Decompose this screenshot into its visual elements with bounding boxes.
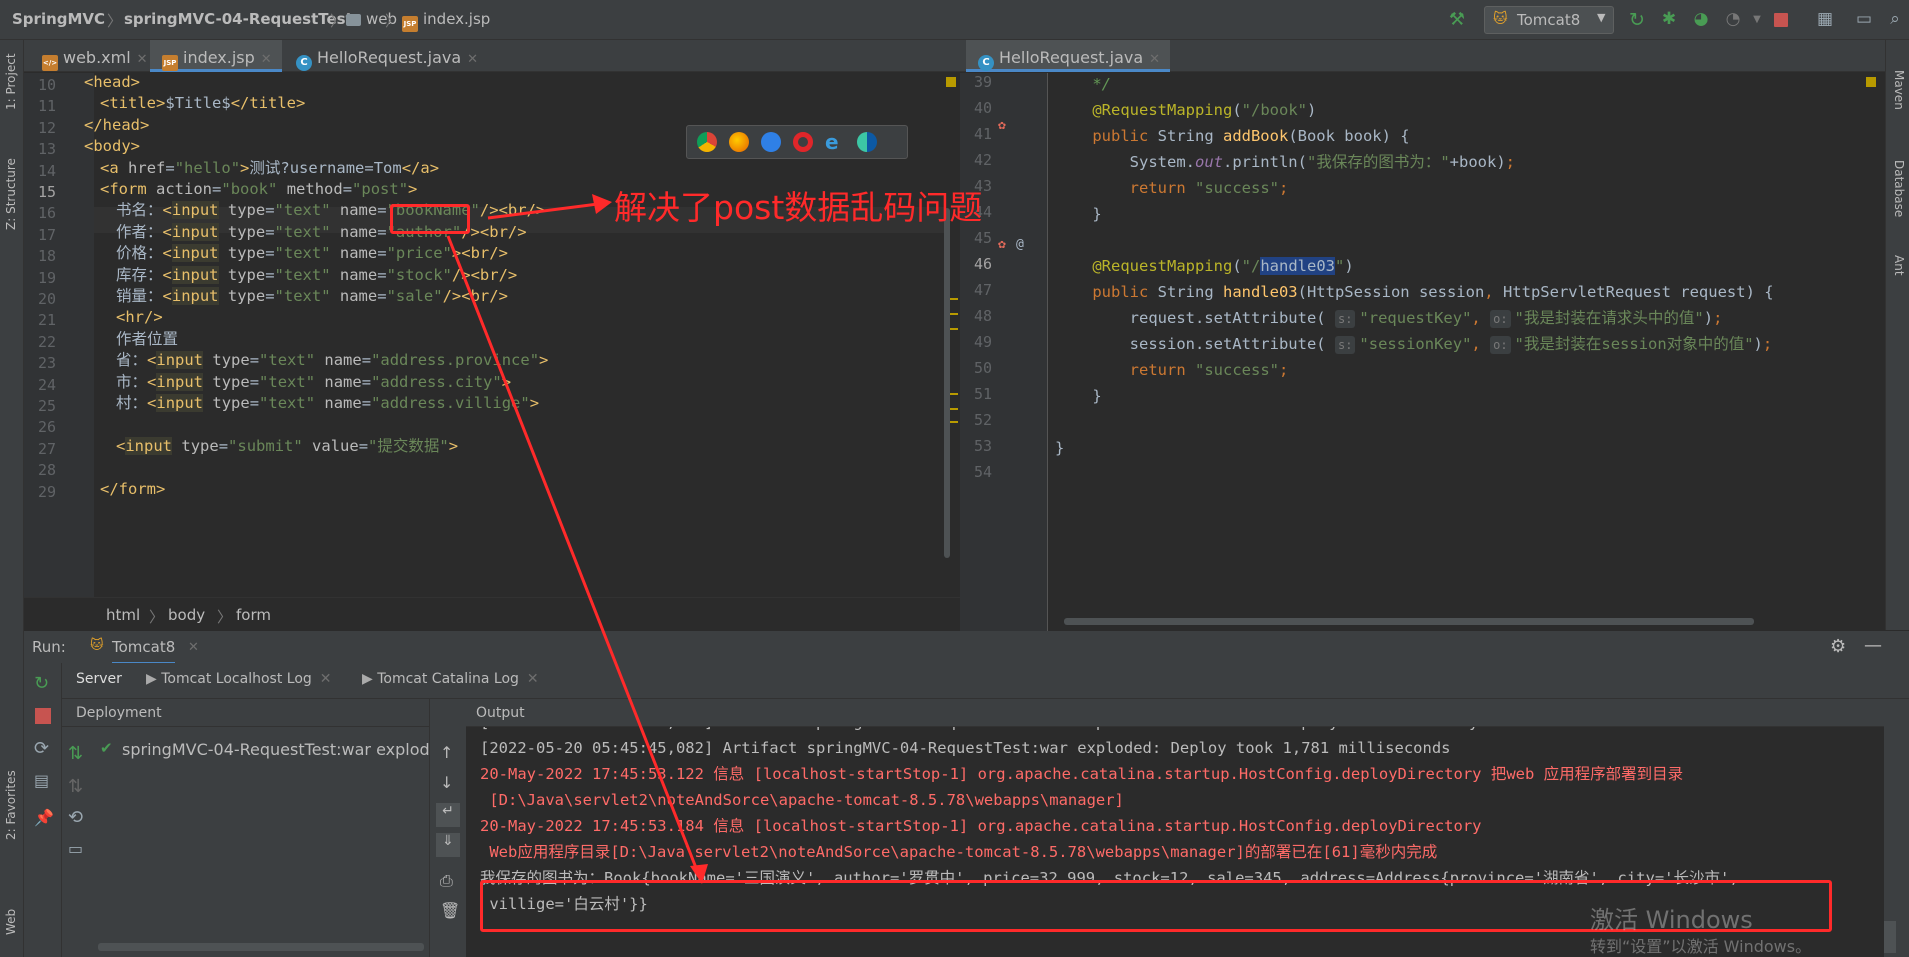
- arrow-head: [592, 194, 612, 214]
- arrow-head: [690, 864, 708, 884]
- annotation-arrows: [446, 194, 708, 884]
- annotation-label: 解决了post数据乱码问题: [614, 188, 983, 227]
- arrow-to-output: [446, 235, 702, 879]
- arrow-to-label: [487, 202, 599, 220]
- activation-watermark-subtitle: 转到“设置”以激活 Windows。: [1590, 937, 1812, 956]
- activation-watermark-title: 激活 Windows: [1590, 906, 1753, 934]
